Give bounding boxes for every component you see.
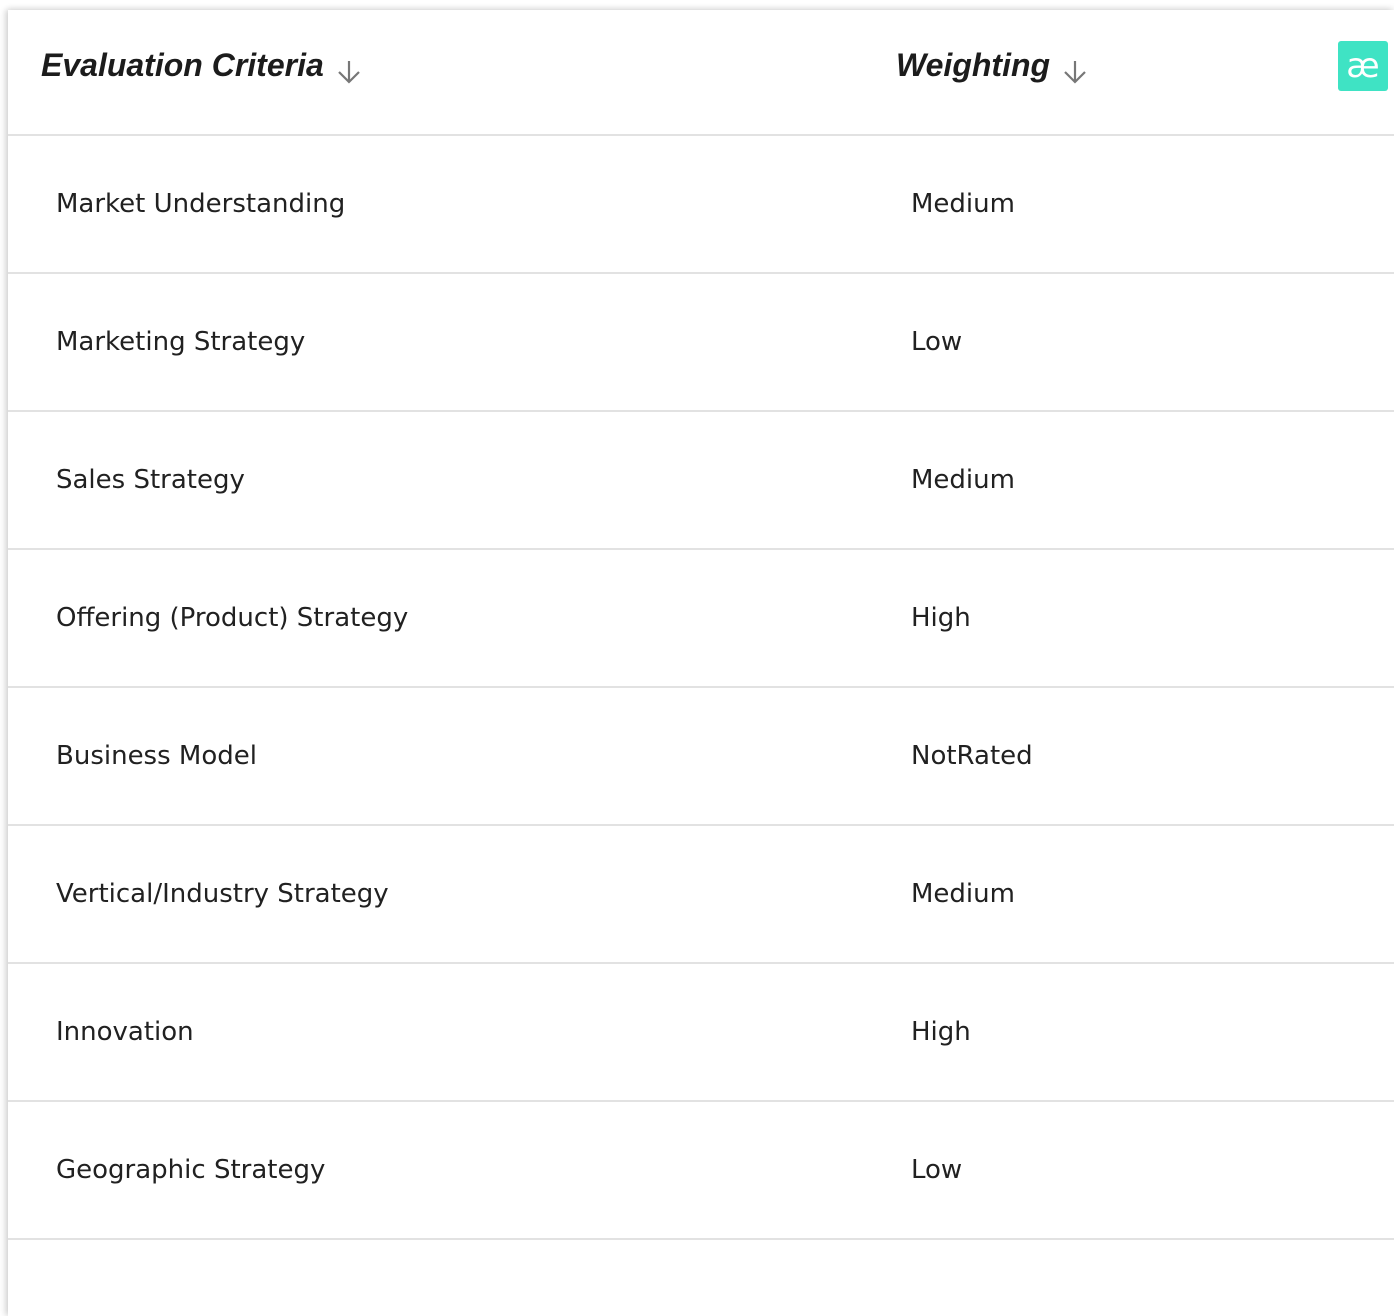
weighting-cell: Medium — [911, 465, 1015, 495]
page: Evaluation Criteria Weighting æ Market U… — [0, 0, 1394, 1316]
weighting-cell: High — [911, 1017, 971, 1047]
column-header-weighting[interactable]: Weighting — [896, 44, 1088, 86]
sort-down-icon[interactable] — [1062, 58, 1088, 86]
table-body: Market Understanding Medium Marketing St… — [8, 136, 1394, 1240]
criteria-cell: Geographic Strategy — [56, 1155, 326, 1185]
weighting-cell: High — [911, 603, 971, 633]
weighting-cell: Medium — [911, 189, 1015, 219]
table-row: Offering (Product) Strategy High — [8, 550, 1394, 688]
sort-down-icon[interactable] — [336, 58, 362, 86]
criteria-cell: Offering (Product) Strategy — [56, 603, 409, 633]
criteria-cell: Business Model — [56, 741, 257, 771]
table-row: Sales Strategy Medium — [8, 412, 1394, 550]
ae-logo-icon[interactable]: æ — [1338, 41, 1388, 91]
table-header: Evaluation Criteria Weighting æ — [8, 10, 1394, 136]
ae-logo-glyph: æ — [1346, 46, 1380, 86]
column-header-criteria-label: Evaluation Criteria — [41, 46, 324, 83]
table-row: Market Understanding Medium — [8, 136, 1394, 274]
table-row: Innovation High — [8, 964, 1394, 1102]
weighting-cell: Low — [911, 1155, 963, 1185]
table-row: Marketing Strategy Low — [8, 274, 1394, 412]
criteria-cell: Innovation — [56, 1017, 194, 1047]
column-header-weighting-label: Weighting — [896, 46, 1051, 83]
weighting-cell: Low — [911, 327, 963, 357]
weighting-cell: NotRated — [911, 741, 1033, 771]
criteria-cell: Market Understanding — [56, 189, 346, 219]
table-row: Geographic Strategy Low — [8, 1102, 1394, 1240]
criteria-cell: Marketing Strategy — [56, 327, 306, 357]
criteria-cell: Vertical/Industry Strategy — [56, 879, 389, 909]
table-row: Business Model NotRated — [8, 688, 1394, 826]
column-header-criteria[interactable]: Evaluation Criteria — [41, 44, 362, 86]
criteria-table: Evaluation Criteria Weighting æ Market U… — [8, 10, 1394, 1316]
weighting-cell: Medium — [911, 879, 1015, 909]
criteria-cell: Sales Strategy — [56, 465, 245, 495]
table-row: Vertical/Industry Strategy Medium — [8, 826, 1394, 964]
